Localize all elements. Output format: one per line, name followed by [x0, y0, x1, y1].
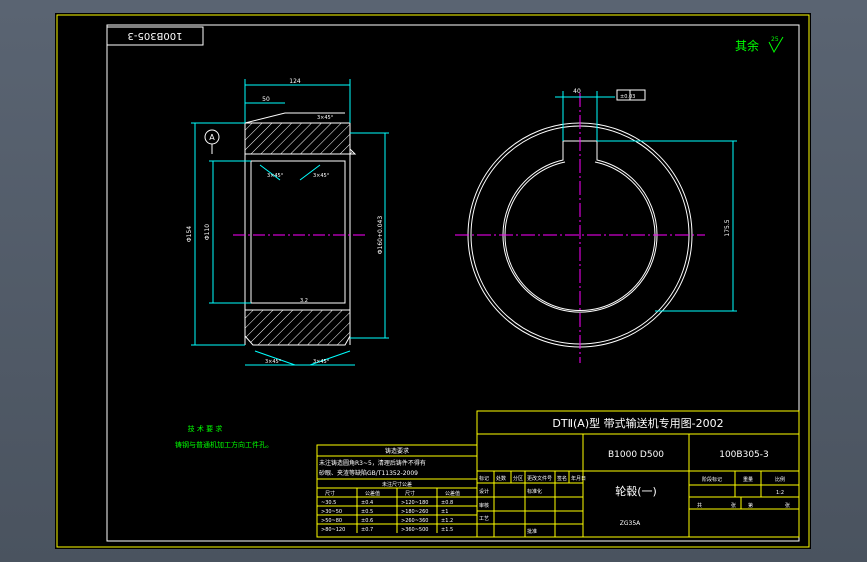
spec-cell: ±0.7 [361, 527, 373, 533]
spec-cell: ~30.5 [321, 500, 336, 506]
rev-header: 标记 [479, 475, 489, 482]
datum-label: A [209, 133, 215, 142]
dim-bore-diameter: Φ110 [204, 224, 211, 240]
spec-header-2: 尺寸 [405, 490, 415, 497]
surface-finish-value: 25 [771, 36, 779, 43]
rev-header: 年月日 [571, 475, 586, 482]
dim-chamfer-top: 3×45° [317, 115, 334, 121]
spec-header-0: 尺寸 [325, 490, 335, 497]
label-design: 设计 [479, 488, 489, 495]
rev-header: 处数 [496, 475, 506, 482]
section-hatch-bottom [244, 309, 351, 346]
spec-line2: 砂眼、夹渣等缺陷GB/T11352-2009 [319, 469, 418, 477]
spec-cell: >180~260 [401, 509, 428, 515]
spec-cell: ±1 [441, 509, 448, 515]
rev-header: 更改文件号 [527, 475, 552, 482]
title-heading: DTⅡ(A)型 带式输送机专用图-2002 [552, 416, 723, 430]
dim-keyway-tol: ±0.03 [620, 94, 635, 100]
label-approve: 批准 [527, 528, 537, 535]
spec-header-1: 公差值 [365, 490, 380, 497]
section-view: 124 50 3×45° 3×45° 3×45° 3.2 3×45° 3×45°… [186, 78, 389, 366]
value-scale: 1:2 [776, 490, 784, 496]
section-bore [250, 160, 346, 304]
spec-cell: >30~50 [321, 509, 342, 515]
spec-title: 铸造要求 [385, 447, 409, 455]
label-weight: 重量 [743, 476, 753, 483]
end-view: 40 ±0.03 175.5 [455, 88, 737, 363]
dim-keyway-depth: 175.5 [724, 219, 731, 236]
label-page: 第 [748, 502, 753, 509]
spec-cell: >50~80 [321, 518, 342, 524]
spec-cell: >260~360 [401, 518, 428, 524]
dim-hub-length: 50 [262, 96, 270, 103]
spec-cell: ±1.5 [441, 527, 453, 533]
spec-table: 铸造要求 未注铸造圆角R3~5，清理后铸件不得有 砂眼、夹渣等缺陷GB/T113… [316, 444, 478, 538]
label-stage: 阶段标记 [702, 476, 722, 483]
spec-cell: ±0.6 [361, 518, 373, 524]
dim-overall-length: 124 [289, 78, 301, 85]
spec-cell: >120~180 [401, 500, 428, 506]
label-page-of: 张 [785, 502, 790, 509]
drawing-number-box: 100B305-3 [106, 26, 204, 46]
dim-bore-tolerance: Φ160+0.043 [377, 216, 384, 255]
cad-drawing: 100B305-3 其余 25 124 50 3×45° 3×45° 3×45°… [56, 14, 810, 548]
dim-chamfer-inner-right: 3×45° [313, 173, 330, 179]
spec-cell: ±1.2 [441, 518, 453, 524]
drawing-canvas: 100B305-3 其余 25 124 50 3×45° 3×45° 3×45°… [55, 13, 811, 549]
dim-roughness-bore: 3.2 [300, 298, 308, 304]
label-check: 审核 [479, 502, 489, 509]
label-std: 标准化 [527, 488, 542, 495]
dim-chamfer-bottom-right: 3×45° [313, 359, 330, 365]
section-hatch-top [244, 122, 357, 155]
spec-cell: ±0.4 [361, 500, 373, 506]
label-sheet-of: 张 [731, 502, 736, 509]
title-block: DTⅡ(A)型 带式输送机专用图-2002 B1000 D500 100B305… [476, 410, 800, 538]
surface-finish-label: 其余 [735, 38, 759, 53]
inner-border [106, 24, 800, 542]
drawing-number-label: 100B305-3 [127, 30, 182, 41]
tech-req-title: 技 术 要 求 [188, 424, 223, 433]
title-model: B1000 D500 [608, 450, 664, 460]
outer-border [56, 14, 810, 548]
title-drawing-no: 100B305-3 [719, 450, 769, 460]
spec-subtitle: 未注尺寸公差 [382, 481, 412, 488]
surface-finish-note: 其余 25 [735, 36, 784, 54]
rev-header: 分区 [513, 475, 523, 482]
label-sheet: 共 [697, 502, 702, 509]
title-part-name: 轮毂(一) [615, 484, 657, 498]
dim-chamfer-inner-left: 3×45° [267, 173, 284, 179]
spec-header-3: 公差值 [445, 490, 460, 497]
tech-req-line1: 铸钢与普通机加工方向工件孔。 [175, 440, 273, 449]
spec-cell: >80~120 [321, 527, 345, 533]
spec-line1: 未注铸造圆角R3~5，清理后铸件不得有 [319, 459, 426, 467]
dim-chamfer-bottom-left: 3×45° [265, 359, 282, 365]
rev-header: 签名 [557, 475, 567, 482]
spec-cell: ±0.5 [361, 509, 373, 515]
dim-outer-diameter: Φ154 [186, 226, 193, 242]
spec-cell: >360~500 [401, 527, 428, 533]
label-scale: 比例 [775, 476, 785, 483]
dim-keyway-width: 40 [573, 88, 581, 95]
title-material: ZG35A [620, 520, 641, 527]
tech-requirements: 技 术 要 求 铸钢与普通机加工方向工件孔。 [175, 424, 273, 449]
label-process: 工艺 [479, 516, 489, 522]
spec-cell: ±0.8 [441, 500, 453, 506]
